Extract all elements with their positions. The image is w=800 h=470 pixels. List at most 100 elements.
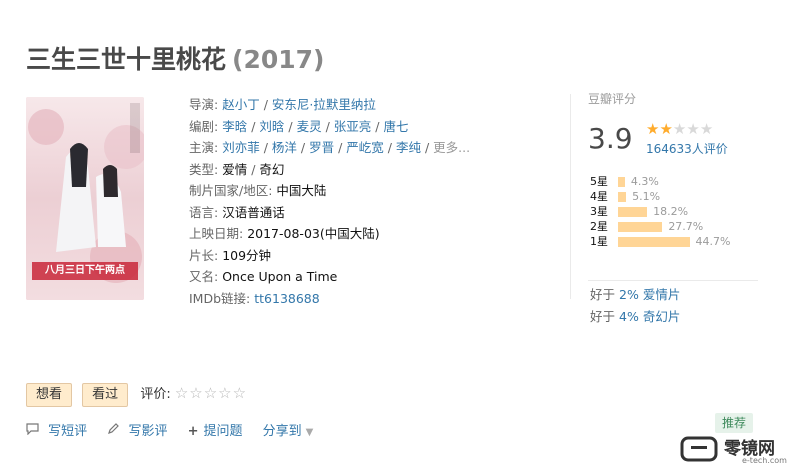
short-review-link[interactable]: 写短评	[48, 424, 87, 439]
movie-year: (2017)	[232, 45, 325, 74]
share-label: 分享到	[262, 424, 302, 439]
better-than: 好于 2% 爱情片 好于 4% 奇幻片	[590, 284, 680, 328]
release-value: 2017-08-03(中国大陆)	[247, 226, 380, 241]
recommend-button[interactable]: 推荐	[715, 413, 754, 433]
cast-row: 主演: 刘亦菲 / 杨洋 / 罗晋 / 严屹宽 / 李纯 / 更多...	[189, 140, 471, 155]
more-cast-link[interactable]: 更多...	[433, 140, 470, 155]
genre-row: 类型: 爱情 / 奇幻	[189, 161, 285, 177]
aka-label: 又名:	[189, 269, 219, 284]
cast-label: 主演:	[189, 140, 219, 155]
review-link[interactable]: 写影评	[128, 424, 167, 439]
writer-link[interactable]: 唐七	[383, 119, 408, 134]
rating-score: 3.9	[588, 122, 633, 155]
page-title: 三生三世十里桃花 (2017)	[26, 40, 324, 76]
distribution-percent: 4.3%	[630, 175, 659, 188]
runtime-label: 片长:	[189, 247, 219, 263]
release-row: 上映日期: 2017-08-03(中国大陆)	[189, 223, 509, 245]
cast-link[interactable]: 杨洋	[272, 140, 297, 155]
rating-distribution: 5星 4.3% 4星 5.1% 3星 18.2% 2星 27.7% 1星 44.7%	[590, 174, 730, 249]
share-link[interactable]: 分享到 ▼	[263, 424, 314, 439]
imdb-link[interactable]: tt6138688	[254, 291, 319, 306]
writer-link[interactable]: 刘晗	[259, 119, 284, 134]
distribution-row: 1星 44.7%	[590, 234, 730, 249]
distribution-percent: 18.2%	[653, 205, 689, 218]
distribution-bar	[618, 237, 690, 247]
genre-label: 类型:	[189, 161, 219, 177]
distribution-percent: 44.7%	[695, 235, 731, 248]
distribution-label: 2星	[590, 220, 608, 233]
distribution-row: 3星 18.2%	[590, 204, 730, 219]
distribution-row: 5星 4.3%	[590, 174, 730, 189]
cast-link[interactable]: 罗晋	[309, 140, 334, 155]
runtime-value: 109分钟	[222, 247, 272, 263]
language-row: 语言: 汉语普通话	[189, 202, 509, 224]
better-percent-link[interactable]: 4%	[619, 309, 639, 324]
chevron-down-icon: ▼	[305, 427, 314, 438]
rating-label: 豆瓣评分	[588, 92, 637, 106]
distribution-bar	[618, 207, 648, 217]
better-than-row: 好于 2% 爱情片	[590, 284, 680, 306]
movie-title: 三生三世十里桃花	[26, 45, 227, 74]
want-to-watch-button[interactable]: 想看	[26, 383, 73, 407]
director-link[interactable]: 赵小丁	[222, 97, 260, 112]
runtime-row: 片长: 109分钟	[189, 245, 509, 267]
poster-caption: 八月三日下午两点	[45, 265, 125, 276]
pen-icon	[107, 423, 123, 439]
divider	[570, 94, 571, 299]
language-value: 汉语普通话	[222, 204, 285, 220]
director-label: 导演:	[189, 97, 219, 112]
director-row: 导演: 赵小丁 / 安东尼·拉默里纳拉	[189, 97, 376, 112]
country-row: 制片国家/地区: 中国大陆	[189, 180, 509, 202]
genre-value: 奇幻	[259, 161, 285, 177]
genre-value: 爱情	[222, 161, 248, 177]
distribution-bar	[618, 192, 627, 202]
distribution-label: 5星	[590, 175, 608, 188]
release-label: 上映日期:	[189, 226, 244, 241]
tool-links: 写短评 写影评 + 提问题 分享到 ▼	[26, 420, 313, 439]
aka-row: 又名: Once Upon a Time	[189, 266, 509, 288]
better-category-link[interactable]: 奇幻片	[643, 309, 681, 324]
writer-row: 编剧: 李晗 / 刘晗 / 麦灵 / 张亚亮 / 唐七	[189, 118, 409, 134]
cast-link[interactable]: 严屹宽	[346, 140, 384, 155]
language-label: 语言:	[189, 204, 219, 220]
aka-value: Once Upon a Time	[222, 269, 338, 284]
writer-link[interactable]: 张亚亮	[334, 119, 372, 134]
rate-label: 评价:	[140, 387, 171, 402]
director-link[interactable]: 安东尼·拉默里纳拉	[272, 97, 376, 112]
country-value: 中国大陆	[276, 183, 327, 198]
better-prefix: 好于	[590, 287, 616, 302]
distribution-row: 2星 27.7%	[590, 219, 730, 234]
rate-stars-input[interactable]: ☆☆☆☆☆	[175, 384, 247, 402]
writer-link[interactable]: 麦灵	[297, 119, 322, 134]
better-than-row: 好于 4% 奇幻片	[590, 306, 680, 328]
star-empty-icon: ★	[699, 120, 714, 138]
distribution-label: 4星	[590, 190, 608, 203]
country-label: 制片国家/地区:	[189, 183, 273, 198]
better-percent-link[interactable]: 2%	[619, 287, 639, 302]
cast-link[interactable]: 李纯	[396, 140, 421, 155]
ask-question-link[interactable]: 提问题	[204, 424, 243, 439]
rating-panel: 豆瓣评分 3.9 ★★★★★ 164633人评价 5星 4.3% 4星 5.1% 3星 1…	[588, 90, 768, 248]
plus-icon: +	[187, 424, 199, 439]
distribution-percent: 5.1%	[632, 190, 661, 203]
interest-actions: 想看 看过 评价: ☆☆☆☆☆	[26, 383, 247, 407]
distribution-label: 1星	[590, 235, 608, 248]
star-filled-icon: ★	[659, 120, 673, 138]
watched-button[interactable]: 看过	[82, 383, 129, 407]
votes-link[interactable]: 164633人评价	[646, 140, 728, 157]
movie-poster[interactable]: 八月三日下午两点	[26, 97, 144, 300]
movie-info: 导演: 赵小丁 / 安东尼·拉默里纳拉 编剧: 李晗 / 刘晗 / 麦灵 / 张…	[189, 94, 509, 309]
better-category-link[interactable]: 爱情片	[643, 287, 681, 302]
distribution-bar	[618, 222, 663, 232]
imdb-label: IMDb链接:	[189, 290, 251, 306]
divider	[588, 280, 758, 281]
rating-stars-icon: ★★★★★	[646, 120, 713, 138]
writer-label: 编剧:	[189, 118, 219, 134]
distribution-row: 4星 5.1%	[590, 189, 730, 204]
distribution-label: 3星	[590, 205, 608, 218]
star-empty-icon: ★	[672, 120, 687, 138]
logo-icon	[680, 436, 718, 462]
cast-link[interactable]: 刘亦菲	[222, 140, 260, 155]
comment-icon	[26, 423, 43, 439]
writer-link[interactable]: 李晗	[222, 119, 247, 134]
